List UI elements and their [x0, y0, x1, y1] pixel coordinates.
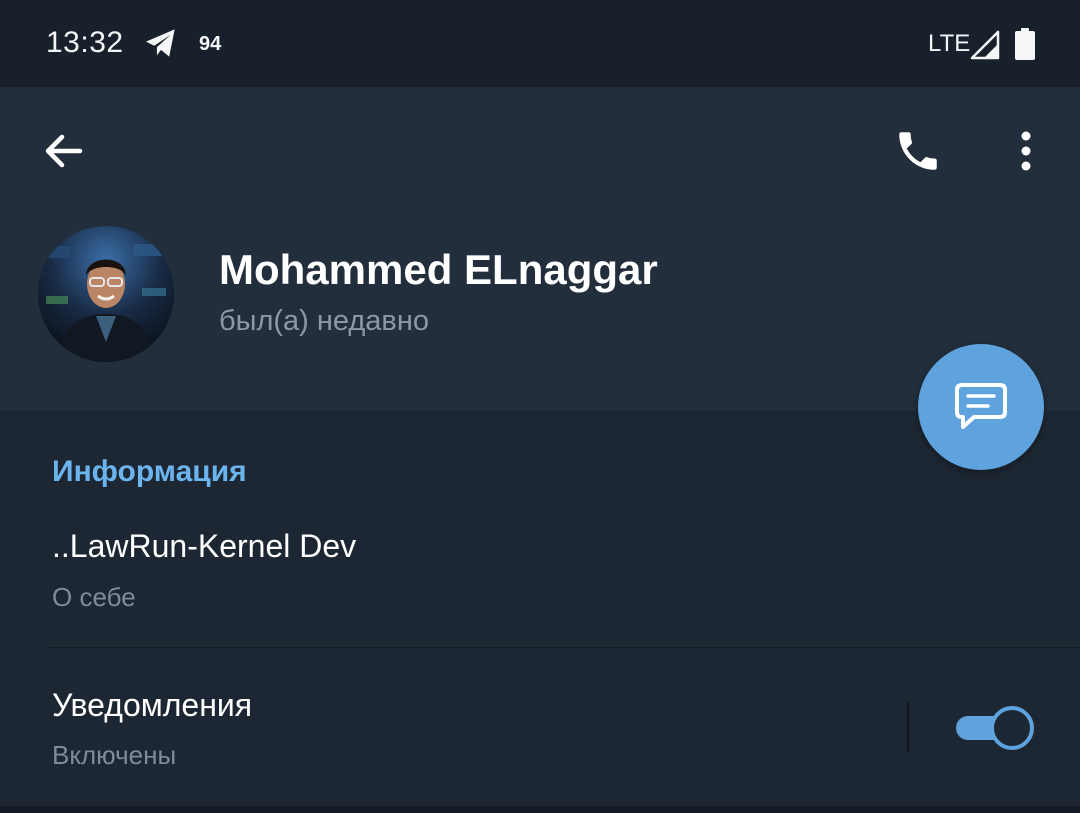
- notifications-toggle[interactable]: [954, 706, 1034, 750]
- toggle-knob: [990, 706, 1034, 750]
- phone-icon[interactable]: [893, 126, 943, 176]
- arrow-left-icon[interactable]: [40, 128, 86, 174]
- last-seen-status: был(а) недавно: [219, 305, 429, 337]
- avatar[interactable]: [38, 226, 174, 362]
- toggle-separator: [907, 702, 909, 752]
- battery-icon: [1015, 28, 1035, 60]
- network-type: LTE: [928, 30, 971, 57]
- status-bar: 13:32 94 LTE: [0, 0, 1080, 87]
- info-section-title: Информация: [52, 455, 247, 488]
- bio-value[interactable]: ..LawRun-Kernel Dev: [52, 528, 356, 565]
- notification-count: 94: [199, 33, 222, 55]
- notifications-status: Включены: [52, 740, 177, 770]
- more-vertical-icon[interactable]: [1008, 126, 1044, 176]
- notifications-title: Уведомления: [52, 687, 253, 723]
- telegram-icon: [146, 29, 175, 57]
- bottom-divider: [0, 806, 1080, 813]
- status-time: 13:32: [46, 26, 124, 59]
- profile-name: Mohammed ELnaggar: [219, 246, 658, 293]
- send-message-button[interactable]: [918, 344, 1044, 470]
- message-icon: [955, 383, 1007, 429]
- notifications-row[interactable]: [0, 648, 1080, 806]
- profile-photo: [38, 226, 174, 362]
- bio-caption: О себе: [52, 582, 136, 612]
- signal-icon: [970, 30, 1000, 60]
